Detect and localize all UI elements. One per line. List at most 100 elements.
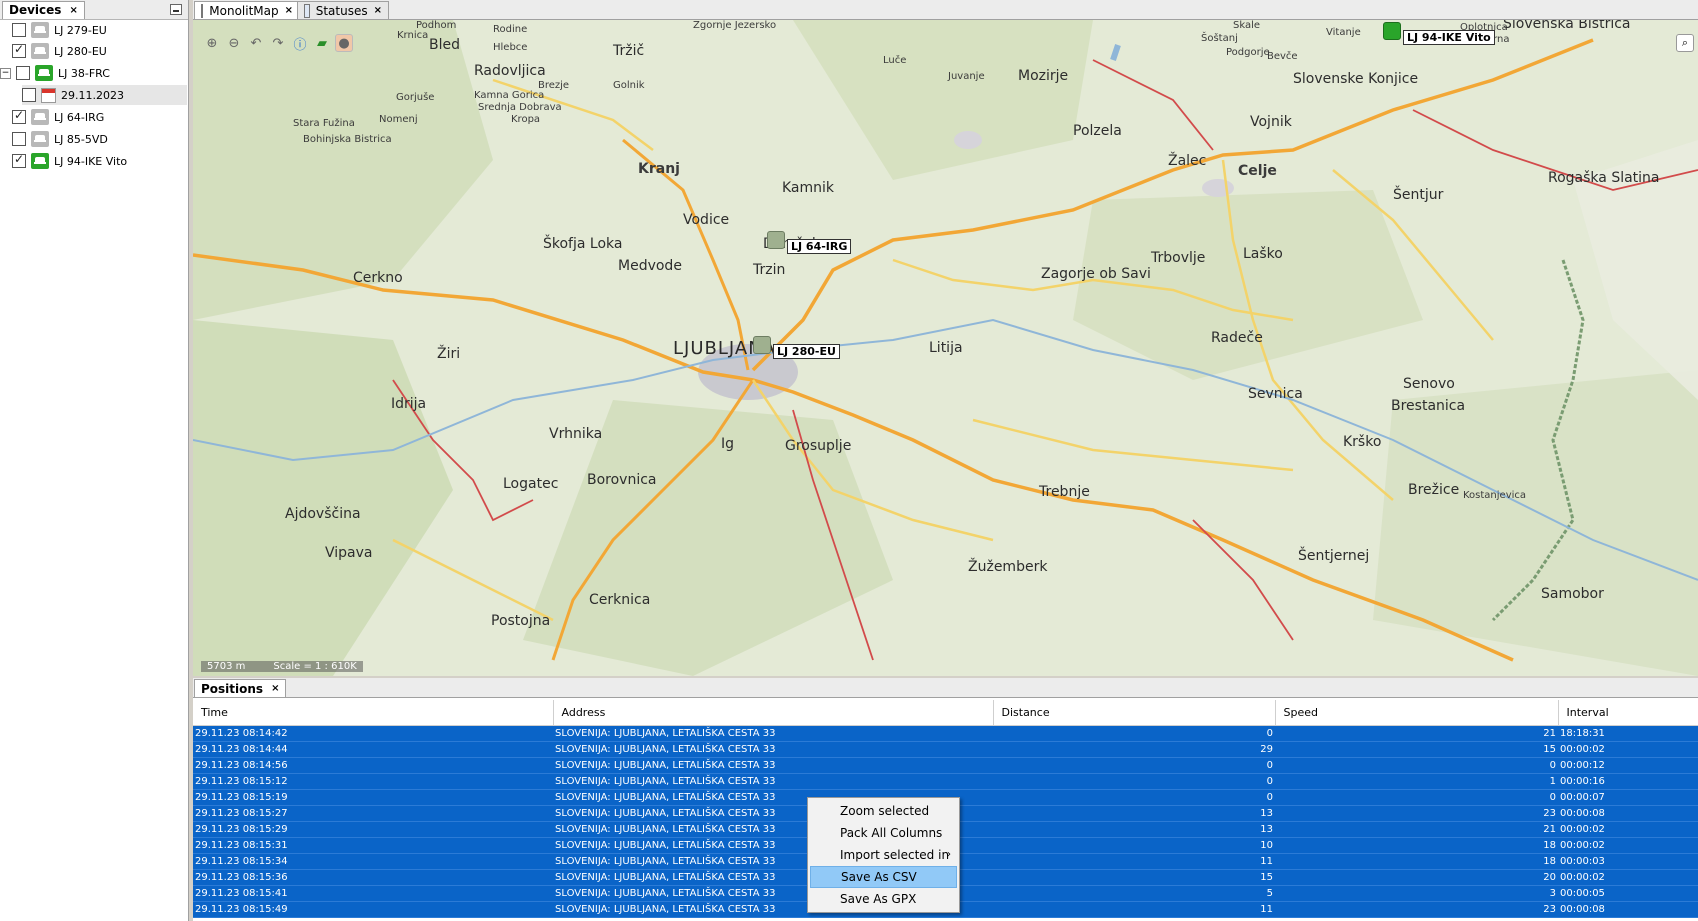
device-item-lj85[interactable]: LJ 85-5VD: [12, 129, 108, 149]
map-view[interactable]: ⊕ ⊖ ↶ ↷ ⓘ ▰ ● ⌕ Podhom Krnica Rodine Ble…: [193, 20, 1698, 676]
cell-time: 29.11.23 08:14:42: [193, 725, 553, 742]
menu-item-label: Pack All Columns: [840, 826, 943, 840]
menu-item-save-as-csv[interactable]: Save As CSV: [810, 866, 957, 888]
table-row[interactable]: 29.11.23 08:14:44 SLOVENIJA: LJUBLJANA, L…: [193, 741, 1698, 758]
tab-close-icon[interactable]: ×: [374, 5, 382, 16]
place-label: Radeče: [1211, 330, 1263, 346]
place-label: Brežice: [1408, 482, 1460, 498]
place-label: Srednja Dobrava: [478, 102, 562, 113]
place-label: Juvanje: [948, 71, 985, 82]
place-label: Kropa: [511, 114, 541, 125]
date-item[interactable]: 29.11.2023: [22, 85, 187, 105]
positions-tab-label: Positions: [201, 681, 264, 696]
cell-time: 29.11.23 08:14:44: [193, 741, 553, 758]
search-icon[interactable]: ⌕: [1676, 34, 1694, 52]
place-label: Nomenj: [379, 114, 418, 125]
devices-tab[interactable]: Devices ×: [2, 1, 85, 19]
cell-distance: 11: [993, 853, 1275, 870]
column-header-distance[interactable]: Distance: [993, 700, 1276, 726]
cell-interval: 00:00:12: [1558, 757, 1698, 774]
cell-time: 29.11.23 08:15:12: [193, 773, 553, 790]
cell-speed: 0: [1275, 757, 1558, 774]
device-item-lj64[interactable]: LJ 64-IRG: [12, 107, 104, 127]
document-tabs: MonolitMap × Statuses ×: [193, 0, 1698, 20]
tab-label: Statuses: [315, 3, 368, 18]
map-style-icon[interactable]: ●: [335, 34, 353, 52]
cell-interval: 00:00:08: [1558, 901, 1698, 918]
cell-interval: 00:00:16: [1558, 773, 1698, 790]
car-icon: [31, 22, 49, 38]
cell-interval: 00:00:05: [1558, 885, 1698, 902]
cell-speed: 23: [1275, 805, 1558, 822]
table-row[interactable]: 29.11.23 08:15:12 SLOVENIJA: LJUBLJANA, L…: [193, 773, 1698, 790]
place-label: Samobor: [1541, 586, 1604, 602]
zoom-in-icon[interactable]: ⊕: [203, 34, 221, 52]
zoom-out-icon[interactable]: ⊖: [225, 34, 243, 52]
layer-icon[interactable]: ▰: [313, 34, 331, 52]
place-label: Postojna: [491, 613, 551, 629]
vehicle-marker-lj94[interactable]: LJ 94-IKE Vito: [1383, 20, 1495, 45]
devices-tab-label: Devices: [9, 3, 62, 17]
place-label: Slovenska Bistrica: [1503, 20, 1631, 32]
place-label: Vitanje: [1326, 27, 1361, 38]
tab-monolitmap[interactable]: MonolitMap ×: [194, 1, 300, 19]
place-label: Slovenske Konjice: [1293, 71, 1419, 87]
place-label: Rodine: [493, 24, 528, 35]
info-icon[interactable]: ⓘ: [291, 34, 309, 53]
device-label: LJ 280-EU: [54, 44, 107, 58]
device-checkbox[interactable]: [12, 23, 26, 37]
device-checkbox[interactable]: [12, 108, 26, 124]
device-label: LJ 94-IKE Vito: [54, 154, 128, 168]
place-label: Podgorje: [1226, 47, 1270, 58]
device-item-lj280[interactable]: LJ 280-EU: [12, 41, 107, 61]
device-checkbox[interactable]: [12, 132, 26, 146]
device-label: LJ 64-IRG: [54, 110, 105, 124]
menu-item-pack-all-columns[interactable]: Pack All Columns: [810, 822, 957, 844]
column-header-address[interactable]: Address: [553, 700, 994, 726]
device-checkbox[interactable]: [12, 152, 26, 168]
place-label: Cerknica: [589, 592, 651, 608]
cell-distance: 13: [993, 821, 1275, 838]
place-label: Zagorje ob Savi: [1041, 266, 1151, 282]
tab-close-icon[interactable]: ×: [285, 5, 293, 16]
menu-item-import-selected-in[interactable]: Import selected in ›: [810, 844, 957, 866]
map-toolbar: ⊕ ⊖ ↶ ↷ ⓘ ▰ ●: [203, 34, 353, 53]
column-header-speed[interactable]: Speed: [1275, 700, 1559, 726]
menu-item-label: Import selected in: [840, 848, 950, 862]
vehicle-marker-lj64[interactable]: LJ 64-IRG: [767, 225, 852, 254]
device-checkbox[interactable]: [16, 66, 30, 80]
map-scale: 5703 m Scale = 1 : 610K: [201, 661, 363, 672]
menu-item-zoom-selected[interactable]: Zoom selected: [810, 800, 957, 822]
tab-statuses[interactable]: Statuses ×: [297, 1, 389, 19]
undo-icon[interactable]: ↶: [247, 34, 265, 52]
place-label: Kranj: [638, 161, 680, 177]
table-row[interactable]: 29.11.23 08:14:56 SLOVENIJA: LJUBLJANA, L…: [193, 757, 1698, 774]
vehicle-marker-lj280[interactable]: LJ 280-EU: [753, 330, 840, 359]
car-icon: [35, 65, 53, 81]
device-item-lj279[interactable]: LJ 279-EU: [12, 20, 107, 40]
positions-tab[interactable]: Positions ×: [194, 679, 287, 697]
place-label: Vipava: [325, 545, 373, 561]
device-item-lj38[interactable]: − LJ 38-FRC: [0, 63, 110, 83]
menu-item-save-as-gpx[interactable]: Save As GPX: [810, 888, 957, 910]
device-item-lj94[interactable]: LJ 94-IKE Vito: [12, 151, 127, 171]
date-checkbox[interactable]: [22, 88, 36, 102]
vehicle-label: LJ 94-IKE Vito: [1403, 30, 1495, 45]
place-label: Krško: [1343, 434, 1382, 450]
collapse-icon[interactable]: −: [0, 67, 11, 79]
column-header-time[interactable]: Time: [193, 700, 554, 726]
cell-distance: 0: [993, 789, 1275, 806]
place-label: Senovo: [1403, 376, 1455, 392]
column-header-interval[interactable]: Interval: [1558, 700, 1698, 726]
minimize-icon[interactable]: [170, 4, 182, 15]
place-label: Medvode: [618, 258, 682, 274]
positions-tab-close-icon[interactable]: ×: [271, 683, 279, 694]
device-checkbox[interactable]: [12, 42, 26, 58]
place-label: Cerkno: [353, 270, 403, 286]
table-row[interactable]: 29.11.23 08:14:42 SLOVENIJA: LJUBLJANA, L…: [193, 725, 1698, 742]
devices-tab-close-icon[interactable]: ×: [69, 2, 77, 19]
cell-speed: 15: [1275, 741, 1558, 758]
place-label: Rogaška Slatina: [1548, 170, 1660, 186]
redo-icon[interactable]: ↷: [269, 34, 287, 52]
cell-distance: 15: [993, 869, 1275, 886]
